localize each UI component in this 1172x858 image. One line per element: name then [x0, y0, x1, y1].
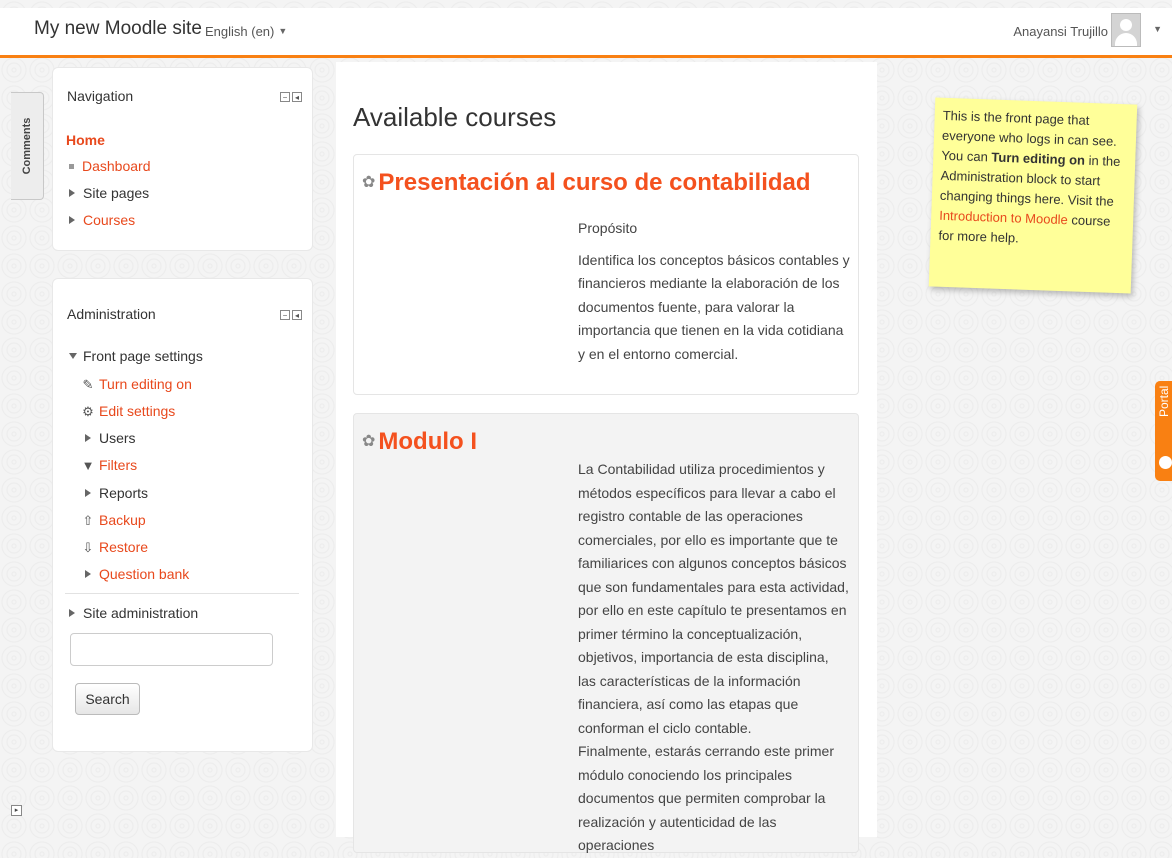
minimize-icon[interactable]: −	[280, 92, 290, 102]
course-summary-paragraph: La Contabilidad utiliza procedimientos y…	[578, 461, 849, 736]
user-menu-chevron-down-icon[interactable]: ▼	[1153, 24, 1162, 34]
admin-item-restore[interactable]: ⇩ Restore	[81, 539, 148, 556]
nav-item-dashboard[interactable]: Dashboard	[69, 158, 151, 174]
divider	[65, 593, 299, 594]
collapse-arrow-icon	[69, 353, 77, 359]
avatar[interactable]	[1111, 13, 1141, 47]
gear-icon: ⚙	[82, 404, 94, 419]
course-summary: Propósito Identifica los conceptos básic…	[578, 217, 850, 374]
backup-icon: ⇧	[82, 513, 94, 528]
admin-item-label[interactable]: Filters	[99, 457, 137, 473]
admin-item-backup[interactable]: ⇧ Backup	[81, 512, 146, 529]
language-label: English (en)	[205, 24, 275, 39]
minimize-icon[interactable]: −	[280, 310, 290, 320]
block-controls: − ◂	[280, 92, 302, 102]
admin-item-filters[interactable]: ▼ Filters	[81, 457, 138, 473]
nav-item-courses[interactable]: Courses	[69, 212, 135, 228]
main-content: Available courses ✿ Presentación al curso…	[336, 62, 877, 853]
portal-tab[interactable]: Portal	[1155, 381, 1172, 481]
dock-expand-icon[interactable]: ▸	[11, 805, 22, 816]
front-page-settings[interactable]: Front page settings	[69, 348, 203, 364]
restore-icon: ⇩	[82, 540, 94, 555]
portal-icon	[1159, 456, 1172, 469]
administration-block: Administration − ◂ Front page settings ✎ T…	[52, 278, 313, 752]
search-button[interactable]: Search	[75, 683, 140, 715]
comments-dock-tab[interactable]: Comments	[11, 92, 44, 200]
admin-item-edit-settings[interactable]: ⚙ Edit settings	[81, 403, 175, 420]
avatar-head	[1120, 19, 1132, 31]
introduction-to-moodle-link[interactable]: Introduction to Moodle	[939, 208, 1068, 227]
admin-item-label[interactable]: Turn editing on	[99, 376, 192, 392]
site-name-link[interactable]: My new Moodle site	[34, 18, 202, 40]
course-title-text: Presentación al curso de contabilidad	[378, 169, 811, 196]
user-menu-name[interactable]: Anayansi Trujillo	[1013, 24, 1108, 39]
admin-item-label: Reports	[99, 485, 149, 501]
block-controls: − ◂	[280, 310, 302, 320]
nav-item-label[interactable]: Courses	[83, 212, 135, 228]
administration-block-title: Administration	[67, 306, 156, 322]
front-page-settings-label: Front page settings	[83, 348, 203, 364]
navigation-block: Navigation − ◂ Home Dashboard Site pages …	[52, 67, 313, 251]
course-icon: ✿	[362, 433, 376, 450]
site-administration[interactable]: Site administration	[69, 605, 198, 621]
admin-item-label[interactable]: Backup	[99, 512, 146, 528]
admin-item-label[interactable]: Question bank	[99, 566, 189, 582]
portal-tab-label: Portal	[1157, 385, 1171, 417]
admin-item-question-bank[interactable]: Question bank	[85, 566, 189, 582]
pencil-icon: ✎	[82, 377, 94, 392]
course-title-text: Modulo I	[378, 428, 478, 455]
avatar-shoulders	[1115, 33, 1137, 46]
filter-icon: ▼	[81, 458, 95, 473]
admin-search-input[interactable]	[70, 633, 273, 666]
expand-arrow-icon	[69, 216, 75, 224]
bullet-icon	[69, 164, 74, 169]
course-box: ✿ Presentación al curso de contabilidad P…	[353, 154, 859, 395]
chevron-down-icon: ▼	[278, 26, 288, 36]
admin-item-label[interactable]: Restore	[99, 539, 148, 555]
admin-item-turn-editing-on[interactable]: ✎ Turn editing on	[81, 376, 192, 393]
dock-icon[interactable]: ◂	[292, 92, 302, 102]
course-summary-paragraph: Identifica los conceptos básicos contabl…	[578, 251, 850, 362]
admin-item-label[interactable]: Edit settings	[99, 403, 175, 419]
admin-item-reports[interactable]: Reports	[85, 485, 148, 501]
navbar: My new Moodle site English (en) ▼ Anayans…	[0, 8, 1172, 58]
course-icon: ✿	[362, 174, 376, 191]
nav-item-label: Site pages	[83, 185, 150, 201]
navigation-block-title: Navigation	[67, 88, 134, 104]
front-page-note: This is the front page that everyone who…	[928, 97, 1138, 294]
admin-item-label: Users	[99, 430, 136, 446]
comments-tab-label: Comments	[21, 117, 33, 175]
course-title-link[interactable]: ✿ Modulo I	[362, 428, 477, 456]
expand-arrow-icon	[85, 489, 91, 497]
expand-arrow-icon	[85, 434, 91, 442]
expand-arrow-icon	[85, 570, 91, 578]
course-summary-paragraph: Finalmente, estarás cerrando este primer…	[578, 743, 834, 853]
course-title-link[interactable]: ✿ Presentación al curso de contabilidad	[362, 169, 811, 197]
admin-item-users[interactable]: Users	[85, 430, 136, 446]
nav-item-site-pages[interactable]: Site pages	[69, 185, 149, 201]
nav-item-label[interactable]: Dashboard	[82, 158, 151, 174]
note-bold-text: Turn editing on	[991, 149, 1086, 168]
dock-icon[interactable]: ◂	[292, 310, 302, 320]
course-summary-paragraph: Propósito	[578, 220, 638, 236]
course-summary: La Contabilidad utiliza procedimientos y…	[578, 458, 850, 858]
expand-arrow-icon	[69, 609, 75, 617]
nav-home-link[interactable]: Home	[66, 132, 105, 148]
expand-arrow-icon	[69, 189, 75, 197]
course-box: ✿ Modulo I La Contabilidad utiliza proced…	[353, 413, 859, 853]
page-title: Available courses	[353, 102, 557, 132]
site-administration-label: Site administration	[83, 605, 199, 621]
language-menu[interactable]: English (en) ▼	[205, 24, 287, 39]
